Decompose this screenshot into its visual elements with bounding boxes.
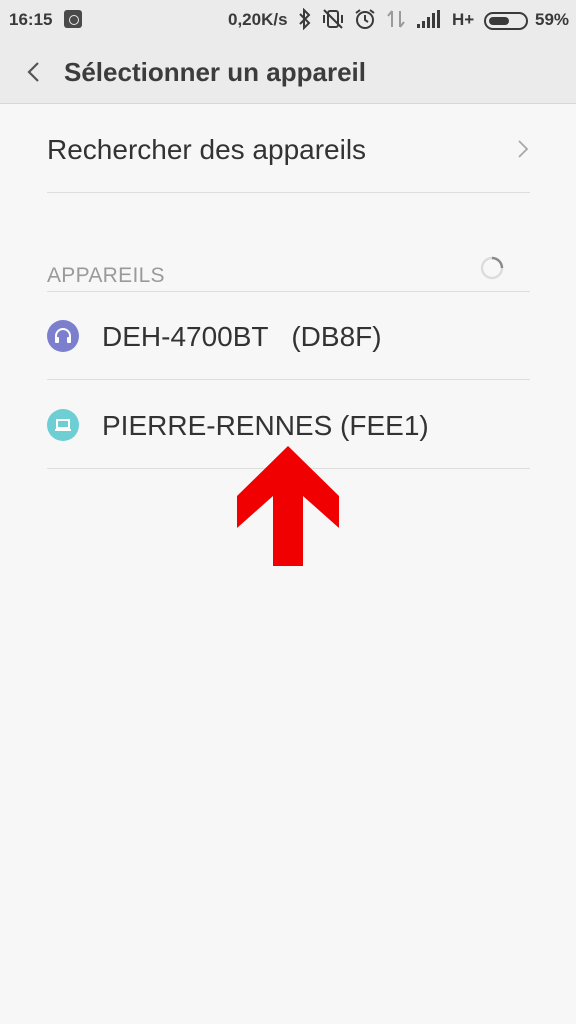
chevron-right-icon — [518, 140, 529, 158]
network-speed: 0,20K/s — [228, 10, 288, 29]
laptop-icon — [47, 409, 79, 441]
device-name: DEH-4700BT (DB8F) — [102, 321, 382, 352]
alarm-icon — [355, 9, 375, 29]
page-title: Sélectionner un appareil — [64, 57, 366, 87]
bluetooth-icon — [299, 8, 311, 30]
no-data-icon — [387, 10, 405, 28]
status-time: 16:15 — [9, 10, 53, 29]
signal-icon — [417, 10, 440, 28]
app-header: Sélectionner un appareil — [0, 40, 576, 104]
battery-icon — [484, 12, 528, 30]
device-row-1[interactable]: DEH-4700BT (DB8F) — [47, 292, 530, 380]
search-devices-label: Rechercher des appareils — [47, 134, 367, 165]
battery-percent: 59% — [535, 10, 570, 29]
red-arrow-icon — [237, 446, 339, 566]
battery-level — [489, 17, 509, 25]
app-notification-icon — [64, 10, 82, 28]
loading-spinner-icon — [480, 256, 504, 280]
chevron-left-icon[interactable] — [20, 58, 48, 86]
network-type: H+ — [452, 10, 475, 29]
status-icons — [298, 8, 440, 30]
devices-section-title: APPAREILS — [47, 264, 165, 287]
vibrate-off-icon — [323, 9, 343, 29]
device-name: PIERRE-RENNES (FEE1) — [102, 410, 429, 441]
search-devices-row[interactable]: Rechercher des appareils — [47, 104, 530, 193]
status-bar: 16:15 0,20K/s H+ 59% — [0, 0, 576, 40]
headset-icon — [47, 320, 79, 352]
